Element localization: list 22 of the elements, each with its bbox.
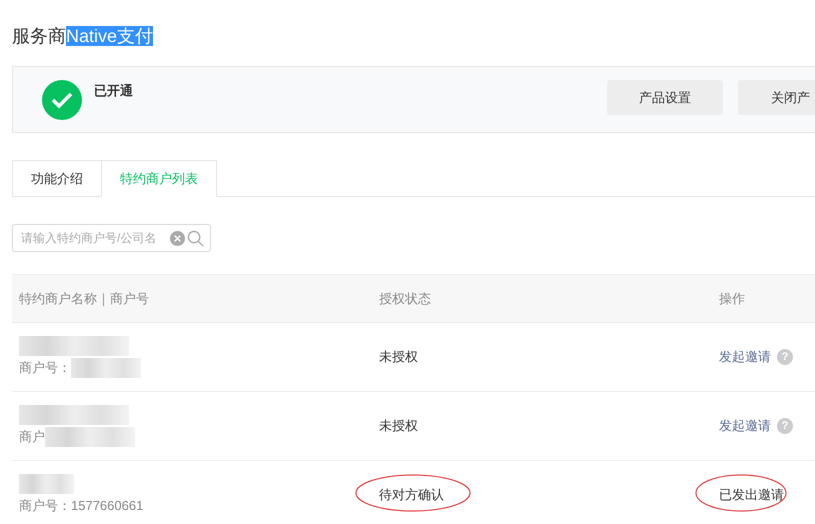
- merchant-id: 商户号：1577660661: [19, 497, 144, 516]
- panel-button[interactable]: 产品设置: [607, 80, 723, 115]
- clear-icon[interactable]: [170, 231, 185, 246]
- panel-button[interactable]: 关闭产: [738, 80, 815, 115]
- search-icon[interactable]: [187, 230, 204, 247]
- invite-link[interactable]: 发起邀请: [719, 416, 771, 436]
- merchant-id: 商户号：: [19, 359, 71, 378]
- search-field[interactable]: 请输入特约商户号/公司名: [12, 224, 211, 252]
- tab[interactable]: 功能介绍: [12, 160, 102, 197]
- column-header: 操作: [719, 290, 745, 308]
- invite-sent-text: 已发出邀请: [719, 487, 784, 502]
- redacted-text: [19, 474, 74, 494]
- redacted-text: [71, 358, 141, 378]
- column-header: 特约商户名称｜商户号: [19, 290, 150, 308]
- page-title: 服务商Native支付: [12, 25, 154, 48]
- status-text: 待对方确认: [379, 487, 444, 502]
- status-text: 未授权: [379, 418, 418, 434]
- merchant-id: 商户: [19, 428, 45, 446]
- invite-link[interactable]: 发起邀请: [719, 347, 771, 367]
- column-header: 授权状态: [379, 290, 432, 308]
- status-label: 已开通: [94, 82, 133, 100]
- status-text: 未授权: [379, 349, 418, 364]
